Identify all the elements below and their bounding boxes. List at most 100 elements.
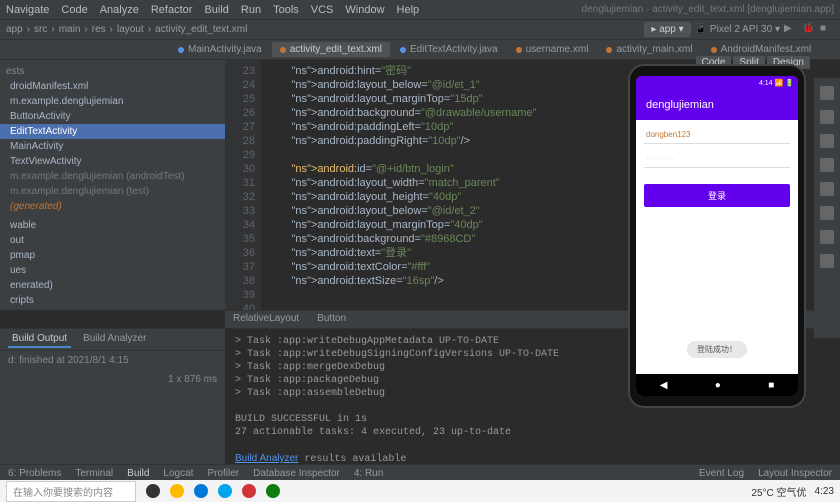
crumb[interactable]: main [59, 24, 81, 35]
tool-icon[interactable] [820, 110, 834, 124]
tree-item[interactable]: droidManifest.xml [0, 79, 225, 94]
tool-icon[interactable] [820, 182, 834, 196]
recents-icon[interactable]: ■ [768, 380, 774, 391]
tab-username[interactable]: username.xml [508, 42, 597, 57]
tw-logcat[interactable]: Logcat [163, 468, 193, 479]
tree-item[interactable]: m.example.denglujiemian (androidTest) [0, 169, 225, 184]
tree-item[interactable]: wable [0, 218, 225, 233]
app-icon[interactable] [218, 484, 232, 498]
tab-manifest[interactable]: AndroidManifest.xml [703, 42, 820, 57]
tw-event-log[interactable]: Event Log [699, 468, 744, 479]
menu-analyze[interactable]: Analyze [100, 4, 139, 16]
status-time: 4:14 [759, 80, 773, 87]
crumb[interactable]: layout [117, 24, 144, 35]
stop-icon[interactable]: ■ [820, 23, 834, 37]
tw-problems[interactable]: 6: Problems [8, 468, 61, 479]
tree-item[interactable]: ButtonActivity [0, 109, 225, 124]
back-icon[interactable]: ◀ [660, 380, 668, 391]
menu-tools[interactable]: Tools [273, 4, 299, 16]
menu-refactor[interactable]: Refactor [151, 4, 193, 16]
crumb[interactable]: app [6, 24, 23, 35]
menu-navigate[interactable]: Navigate [6, 4, 49, 16]
tree-item[interactable]: cripts [0, 293, 225, 308]
weather-widget[interactable]: 25°C 空气优 [751, 484, 806, 499]
app-icon[interactable] [242, 484, 256, 498]
menu-bar: Navigate Code Analyze Refactor Build Run… [0, 0, 840, 20]
debug-icon[interactable]: 🐞 [802, 23, 816, 37]
xml-icon [516, 47, 522, 53]
crumb[interactable]: RelativeLayout [233, 313, 299, 326]
menu-build[interactable]: Build [204, 4, 228, 16]
project-tree[interactable]: ests droidManifest.xmlm.example.dengluji… [0, 60, 225, 310]
run-icon[interactable]: ▶ [784, 23, 798, 37]
wifi-icon: 📶 [775, 79, 784, 87]
emulator-screen[interactable]: 4:14 📶 🔋 denglujiemian dongben123 ······… [636, 76, 798, 396]
home-icon[interactable]: ● [715, 380, 721, 391]
tool-icon[interactable] [820, 230, 834, 244]
tab-edittextactivity[interactable]: EditTextActivity.java [392, 42, 506, 57]
menu-window[interactable]: Window [345, 4, 384, 16]
device-selector[interactable]: 📱 Pixel 2 API 30 ▾ [695, 24, 780, 35]
tree-item[interactable]: m.example.denglujiemian [0, 94, 225, 109]
windows-taskbar: 在输入你要搜索的内容 25°C 空气优 4:23 [0, 480, 840, 502]
taskbar-clock[interactable]: 4:23 [815, 486, 834, 497]
tool-icon[interactable] [820, 86, 834, 100]
menu-vcs[interactable]: VCS [311, 4, 334, 16]
app-bar: denglujiemian [636, 90, 798, 120]
explorer-icon[interactable] [170, 484, 184, 498]
crumb[interactable]: src [34, 24, 47, 35]
crumb[interactable]: activity_edit_text.xml [155, 24, 247, 35]
app-icon[interactable] [266, 484, 280, 498]
java-icon [178, 47, 184, 53]
java-icon [400, 47, 406, 53]
tree-item[interactable]: TextViewActivity [0, 154, 225, 169]
build-status: d: finished at 2021/8/1 4:15 [0, 351, 225, 370]
tree-item[interactable]: pmap [0, 248, 225, 263]
emulator-frame: 4:14 📶 🔋 denglujiemian dongben123 ······… [630, 66, 804, 406]
tw-terminal[interactable]: Terminal [75, 468, 113, 479]
android-nav-bar: ◀ ● ■ [636, 374, 798, 396]
tree-item[interactable]: ues [0, 263, 225, 278]
tree-item[interactable]: out [0, 233, 225, 248]
tab-activity-edit-text[interactable]: activity_edit_text.xml [272, 42, 390, 57]
tool-icon[interactable] [820, 158, 834, 172]
tool-icon[interactable] [820, 134, 834, 148]
login-button[interactable]: 登录 [644, 184, 790, 207]
edge-icon[interactable] [194, 484, 208, 498]
crumb[interactable]: res [92, 24, 106, 35]
tree-item[interactable]: (generated) [0, 199, 225, 214]
tw-run[interactable]: 4: Run [354, 468, 383, 479]
build-analyzer-tab[interactable]: Build Analyzer [79, 331, 150, 348]
line-gutter: 232425262728293031323334353637383940 [225, 60, 261, 310]
tree-item[interactable]: MainActivity [0, 139, 225, 154]
tab-activity-main[interactable]: activity_main.xml [598, 42, 700, 57]
right-tool-strip [814, 78, 840, 338]
tw-db-inspector[interactable]: Database Inspector [253, 468, 340, 479]
taskview-icon[interactable] [146, 484, 160, 498]
menu-code[interactable]: Code [61, 4, 87, 16]
tool-icon[interactable] [820, 206, 834, 220]
menu-help[interactable]: Help [397, 4, 420, 16]
breadcrumb[interactable]: app› src› main› res› layout› activity_ed… [6, 24, 247, 35]
password-field[interactable]: ········ [644, 150, 790, 168]
run-config-selector[interactable]: ▸ app ▾ [644, 22, 690, 37]
tree-header: ests [0, 64, 225, 79]
build-output-tab[interactable]: Build Output [8, 331, 71, 348]
toast-message: 登陆成功！ [687, 341, 747, 358]
crumb[interactable]: Button [317, 313, 346, 326]
tab-mainactivity[interactable]: MainActivity.java [170, 42, 270, 57]
username-field[interactable]: dongben123 [644, 126, 790, 144]
navigation-toolbar: app› src› main› res› layout› activity_ed… [0, 20, 840, 40]
tw-layout-inspector[interactable]: Layout Inspector [758, 468, 832, 479]
menu-run[interactable]: Run [241, 4, 261, 16]
tree-item[interactable]: enerated) [0, 278, 225, 293]
taskbar-search[interactable]: 在输入你要搜索的内容 [6, 481, 136, 502]
tool-icon[interactable] [820, 254, 834, 268]
battery-icon: 🔋 [785, 79, 794, 87]
tree-item[interactable]: m.example.denglujiemian (test) [0, 184, 225, 199]
tw-profiler[interactable]: Profiler [207, 468, 239, 479]
tree-item[interactable]: EditTextActivity [0, 124, 225, 139]
window-title-path: denglujiemian · activity_edit_text.xml [… [582, 4, 834, 15]
xml-icon [711, 47, 717, 53]
tw-build[interactable]: Build [127, 468, 149, 479]
